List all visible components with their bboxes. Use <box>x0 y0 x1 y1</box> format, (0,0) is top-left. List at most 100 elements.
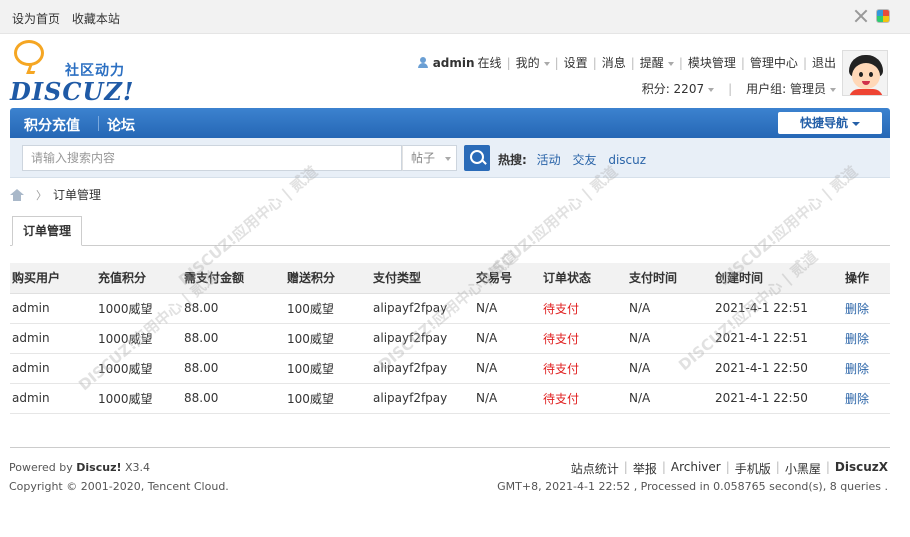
home-icon[interactable] <box>10 188 24 201</box>
cell-buyer: admin <box>10 293 96 324</box>
footer-link-stats[interactable]: 站点统计 <box>571 460 619 477</box>
cell-trade-no: N/A <box>474 353 541 384</box>
hot-term-link[interactable]: 活动 <box>537 153 561 167</box>
username-link[interactable]: admin <box>433 56 475 70</box>
nav-item-forum[interactable]: 论坛 <box>107 115 135 135</box>
cell-pay-type: alipayf2fpay <box>371 383 474 414</box>
col-pay-type: 支付类型 <box>371 263 474 294</box>
footer-stats: GMT+8, 2021-4-1 22:52 , Processed in 0.0… <box>497 480 888 493</box>
cell-created: 2021-4-1 22:51 <box>713 323 843 354</box>
col-status: 订单状态 <box>541 263 627 294</box>
table-row: admin 1000威望 88.00 100威望 alipayf2fpay N/… <box>10 323 890 354</box>
user-menu-bar: admin 在线 | 我的 | 设置 | 消息 | 提醒 | 模块管理 | 管理… <box>417 54 836 71</box>
copyright: Copyright © 2001-2020, Tencent Cloud. <box>9 480 229 493</box>
delete-link[interactable]: 删除 <box>845 302 869 316</box>
set-home-link[interactable]: 设为首页 <box>12 12 60 26</box>
user-info-bar: 积分: 2207 | 用户组: 管理员 <box>642 80 836 97</box>
main-nav: 积分充值 论坛 快捷导航 <box>10 108 890 138</box>
table-row: admin 1000威望 88.00 100威望 alipayf2fpay N/… <box>10 383 890 414</box>
bulb-icon <box>14 40 44 66</box>
bookmark-link[interactable]: 收藏本站 <box>72 12 120 26</box>
online-status: 在线 <box>477 56 502 70</box>
col-created: 创建时间 <box>713 263 843 294</box>
table-row: admin 1000威望 88.00 100威望 alipayf2fpay N/… <box>10 353 890 384</box>
cell-bonus: 100威望 <box>285 353 371 384</box>
menu-my[interactable]: 我的 <box>516 54 550 71</box>
cell-created: 2021-4-1 22:51 <box>713 293 843 324</box>
cell-buyer: admin <box>10 323 96 354</box>
cell-buyer: admin <box>10 383 96 414</box>
site-logo[interactable]: 社区动力 DISCUZ! <box>10 40 140 106</box>
cell-amount: 88.00 <box>182 323 285 354</box>
cell-created: 2021-4-1 22:50 <box>713 353 843 384</box>
search-input[interactable]: 请输入搜索内容 <box>22 145 402 171</box>
menu-settings[interactable]: 设置 <box>564 54 588 71</box>
chevron-right-icon: 〉 <box>36 188 47 202</box>
orders-table: 购买用户 充值积分 需支付金额 赠送积分 支付类型 交易号 订单状态 支付时间 … <box>10 263 890 414</box>
cell-pay-type: alipayf2fpay <box>371 293 474 324</box>
hot-search-label: 热搜: <box>498 153 527 167</box>
col-bonus: 赠送积分 <box>285 263 371 294</box>
menu-messages[interactable]: 消息 <box>602 54 626 71</box>
cell-amount: 88.00 <box>182 293 285 324</box>
menu-module-admin[interactable]: 模块管理 <box>688 54 736 71</box>
cell-status: 待支付 <box>541 383 627 414</box>
footer-link-blackroom[interactable]: 小黑屋 <box>785 460 821 477</box>
cell-recharge: 1000威望 <box>96 383 182 414</box>
cell-amount: 88.00 <box>182 383 285 414</box>
menu-admin-center[interactable]: 管理中心 <box>750 54 798 71</box>
cell-pay-time: N/A <box>627 323 713 354</box>
col-action: 操作 <box>843 263 890 294</box>
cell-status: 待支付 <box>541 293 627 324</box>
cell-pay-type: alipayf2fpay <box>371 323 474 354</box>
footer-link-mobile[interactable]: 手机版 <box>735 460 771 477</box>
delete-link[interactable]: 删除 <box>845 332 869 346</box>
delete-link[interactable]: 删除 <box>845 392 869 406</box>
cell-bonus: 100威望 <box>285 323 371 354</box>
table-header-row: 购买用户 充值积分 需支付金额 赠送积分 支付类型 交易号 订单状态 支付时间 … <box>10 263 890 294</box>
discuz-link[interactable]: Discuz! <box>76 461 121 474</box>
search-bar: 请输入搜索内容 帖子 热搜: 活动 交友 discuz <box>10 138 890 178</box>
expand-icon[interactable] <box>854 9 868 23</box>
col-recharge: 充值积分 <box>96 263 182 294</box>
cell-trade-no: N/A <box>474 383 541 414</box>
col-pay-time: 支付时间 <box>627 263 713 294</box>
col-amount: 需支付金额 <box>182 263 285 294</box>
hot-search: 热搜: 活动 交友 discuz <box>498 151 654 168</box>
cell-recharge: 1000威望 <box>96 293 182 324</box>
cell-recharge: 1000威望 <box>96 323 182 354</box>
cell-amount: 88.00 <box>182 353 285 384</box>
chevron-down-icon <box>852 121 860 126</box>
cell-bonus: 100威望 <box>285 383 371 414</box>
cell-created: 2021-4-1 22:50 <box>713 383 843 414</box>
footer-link-report[interactable]: 举报 <box>633 460 657 477</box>
table-row: admin 1000威望 88.00 100威望 alipayf2fpay N/… <box>10 293 890 324</box>
footer-link-archiver[interactable]: Archiver <box>671 460 721 477</box>
cell-buyer: admin <box>10 353 96 384</box>
footer-link-discuzx[interactable]: DiscuzX <box>835 460 888 477</box>
user-group-dropdown[interactable]: 用户组: 管理员 <box>746 80 836 97</box>
color-style-icon[interactable] <box>876 9 890 23</box>
top-toolbar: 设为首页 收藏本站 <box>0 0 910 34</box>
avatar[interactable] <box>842 50 888 96</box>
nav-item-recharge[interactable]: 积分充值 <box>24 115 80 135</box>
cell-pay-time: N/A <box>627 293 713 324</box>
menu-logout[interactable]: 退出 <box>812 54 836 71</box>
hot-term-link[interactable]: discuz <box>608 153 646 167</box>
search-button[interactable] <box>464 145 490 171</box>
hot-term-link[interactable]: 交友 <box>572 153 596 167</box>
powered-by: Powered by Discuz! X3.4 <box>9 461 151 474</box>
top-links: 设为首页 收藏本站 <box>12 10 128 27</box>
quick-nav-button[interactable]: 快捷导航 <box>778 112 882 134</box>
delete-link[interactable]: 删除 <box>845 362 869 376</box>
tab-order-management[interactable]: 订单管理 <box>12 216 82 246</box>
search-type-select[interactable]: 帖子 <box>402 145 457 171</box>
cell-recharge: 1000威望 <box>96 353 182 384</box>
cell-pay-type: alipayf2fpay <box>371 353 474 384</box>
menu-notify[interactable]: 提醒 <box>640 54 674 71</box>
chevron-down-icon <box>830 87 836 92</box>
cell-status: 待支付 <box>541 353 627 384</box>
chevron-down-icon <box>667 61 674 66</box>
points-dropdown[interactable]: 积分: 2207 <box>642 80 715 97</box>
footer-links: 站点统计 | 举报 | Archiver | 手机版 | 小黑屋 | Discu… <box>570 460 888 477</box>
